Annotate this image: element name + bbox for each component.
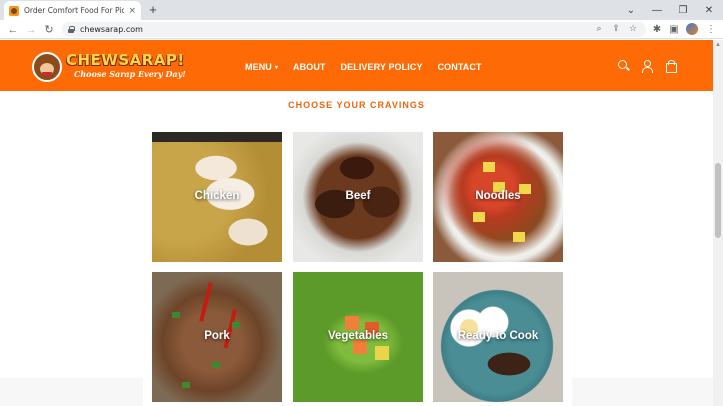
category-tile-vegetables[interactable]: Vegetables xyxy=(293,272,423,402)
browser-tab-bar: Order Comfort Food For Pick Up × + ⌄ — ❐… xyxy=(0,0,723,20)
chevron-down-icon: ▾ xyxy=(274,64,279,71)
tab-search-button[interactable]: ⌄ xyxy=(617,0,645,20)
url-text: chewsarap.com xyxy=(80,25,143,34)
extensions-puzzle-icon[interactable]: ✱ xyxy=(650,22,664,37)
browser-toolbar: ← → ↻ chewsarap.com ⌕ ⇪ ☆ ✱ ▣ ⋮ xyxy=(0,20,723,39)
section-title: CHOOSE YOUR CRAVINGS xyxy=(288,100,425,110)
lock-icon xyxy=(68,26,75,33)
page-scrollbar[interactable]: ▲ xyxy=(713,40,723,406)
side-panel-icon[interactable]: ▣ xyxy=(667,22,681,37)
forward-arrow-icon[interactable]: → xyxy=(23,21,39,38)
browser-menu-icon[interactable]: ⋮ xyxy=(704,22,718,37)
category-label: Ready to Cook xyxy=(457,330,539,342)
back-arrow-icon[interactable]: ← xyxy=(5,21,21,38)
logo-tagline: Choose Sarap Every Day! xyxy=(74,69,186,79)
nav-about[interactable]: ABOUT xyxy=(293,62,326,72)
category-tile-chicken[interactable]: Chicken xyxy=(152,132,282,262)
nav-menu[interactable]: MENU ▾ xyxy=(245,62,278,72)
site-favicon-icon xyxy=(9,5,19,16)
category-label: Vegetables xyxy=(327,330,389,342)
category-tile-beef[interactable]: Beef xyxy=(293,132,423,262)
scrollbar-thumb[interactable] xyxy=(715,163,721,238)
category-label: Pork xyxy=(204,330,230,342)
main-navigation: MENU ▾ ABOUT DELIVERY POLICY CONTACT xyxy=(245,61,497,73)
new-tab-button[interactable]: + xyxy=(146,2,160,18)
account-icon[interactable] xyxy=(640,59,654,73)
cart-icon[interactable] xyxy=(664,59,678,73)
minimize-button[interactable]: — xyxy=(643,0,671,20)
scroll-up-icon[interactable]: ▲ xyxy=(715,42,721,48)
address-bar[interactable]: chewsarap.com xyxy=(62,22,646,37)
category-label: Noodles xyxy=(475,190,521,202)
nav-delivery-policy[interactable]: DELIVERY POLICY xyxy=(341,62,423,72)
category-label: Beef xyxy=(345,190,371,202)
search-icon[interactable] xyxy=(617,59,631,73)
share-icon[interactable]: ⇪ xyxy=(610,22,622,34)
nav-menu-label: MENU xyxy=(245,62,272,72)
profile-avatar[interactable] xyxy=(686,23,698,35)
tab-title: Order Comfort Food For Pick Up xyxy=(24,6,125,15)
tab-close-icon[interactable]: × xyxy=(128,6,136,16)
category-label: Chicken xyxy=(194,190,240,202)
footer-band-right xyxy=(572,378,713,406)
maximize-button[interactable]: ❐ xyxy=(669,0,697,20)
browser-tab[interactable]: Order Comfort Food For Pick Up × xyxy=(4,1,141,20)
footer-band-left xyxy=(0,378,143,406)
nav-contact[interactable]: CONTACT xyxy=(438,62,482,72)
category-tile-noodles[interactable]: Noodles xyxy=(433,132,563,262)
monkey-mascot-icon xyxy=(32,52,62,82)
zoom-icon[interactable]: ⌕ xyxy=(593,22,605,34)
category-tile-ready-to-cook[interactable]: Ready to Cook xyxy=(433,272,563,402)
category-tile-pork[interactable]: Pork xyxy=(152,272,282,402)
close-window-button[interactable]: ✕ xyxy=(695,0,723,20)
site-logo[interactable]: CHEWSARAP! Choose Sarap Every Day! xyxy=(32,51,186,83)
reload-icon[interactable]: ↻ xyxy=(41,21,57,38)
bookmark-star-icon[interactable]: ☆ xyxy=(627,22,639,34)
logo-wordmark: CHEWSARAP! xyxy=(66,51,185,69)
